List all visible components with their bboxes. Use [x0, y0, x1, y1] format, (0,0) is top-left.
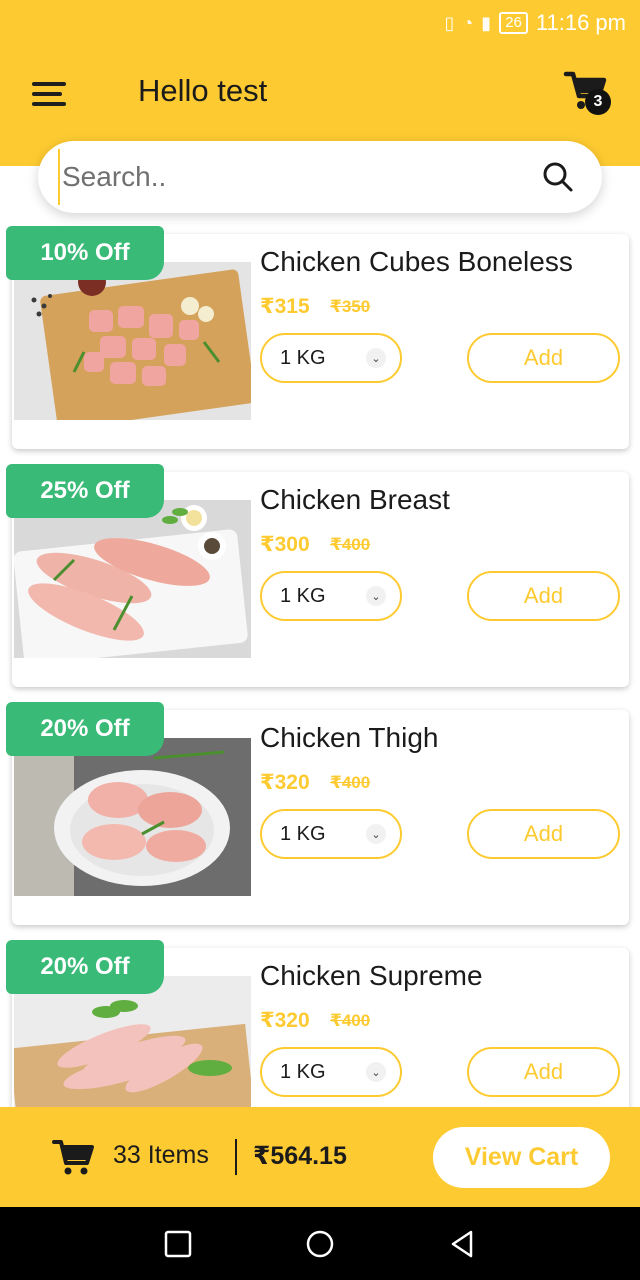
product-image[interactable] [14, 262, 251, 420]
product-name[interactable]: Chicken Breast [260, 484, 450, 516]
product-price: ₹320 [260, 1009, 310, 1032]
product-price: ₹300 [260, 533, 310, 556]
add-button[interactable]: Add [467, 333, 620, 383]
product-card[interactable]: 10% Off Chicken Cubes Boneless ₹315 ₹350… [6, 226, 629, 449]
product-name[interactable]: Chicken Thigh [260, 722, 438, 754]
discount-badge: 10% Off [6, 226, 164, 280]
quantity-selector[interactable]: 1 KG ⌄ [260, 333, 402, 383]
quantity-label: 1 KG [280, 584, 326, 607]
divider [235, 1139, 237, 1175]
product-mrp: ₹400 [330, 535, 371, 554]
product-name[interactable]: Chicken Cubes Boneless [260, 246, 573, 278]
product-price: ₹320 [260, 771, 310, 794]
product-card[interactable]: 20% Off Chicken Thigh ₹320 ₹400 1 KG ⌄ A… [6, 702, 629, 925]
chevron-down-icon: ⌄ [366, 1062, 386, 1082]
clock: 11:16 pm [535, 10, 626, 35]
triangle-back-icon[interactable] [448, 1229, 478, 1259]
search-bar[interactable] [38, 141, 602, 213]
circle-nav-icon[interactable] [305, 1229, 335, 1259]
search-input[interactable] [58, 149, 528, 205]
menu-icon[interactable] [32, 82, 66, 106]
search-icon[interactable] [542, 161, 574, 193]
cart-icon [52, 1140, 94, 1175]
quantity-selector[interactable]: 1 KG ⌄ [260, 809, 402, 859]
greeting-title: Hello test [138, 73, 268, 108]
discount-badge: 25% Off [6, 464, 164, 518]
quantity-selector[interactable]: 1 KG ⌄ [260, 1047, 402, 1097]
quantity-label: 1 KG [280, 346, 326, 369]
cart-summary-bar: 33 Items ₹564.15 View Cart [0, 1107, 640, 1207]
product-name[interactable]: Chicken Supreme [260, 960, 483, 992]
quantity-label: 1 KG [280, 822, 326, 845]
cart-total: ₹564.15 [253, 1142, 347, 1170]
square-nav-icon[interactable] [163, 1229, 193, 1259]
cart-items-count: 33 Items [113, 1141, 209, 1169]
signal-icon: ▮ [481, 12, 492, 33]
quantity-label: 1 KG [280, 1060, 326, 1083]
cart-button[interactable]: 3 [563, 68, 615, 116]
add-button[interactable]: Add [467, 1047, 620, 1097]
battery-indicator: 26 [499, 12, 528, 34]
view-cart-button[interactable]: View Cart [433, 1127, 610, 1188]
discount-badge: 20% Off [6, 702, 164, 756]
discount-badge: 20% Off [6, 940, 164, 994]
product-image[interactable] [14, 500, 251, 658]
product-mrp: ₹400 [330, 1011, 371, 1030]
status-bar: ▯ ◔ ▮ 26 11:16 pm [445, 8, 626, 38]
chevron-down-icon: ⌄ [366, 586, 386, 606]
add-button[interactable]: Add [467, 809, 620, 859]
cart-count-badge: 3 [585, 89, 611, 115]
system-nav-bar [0, 1207, 640, 1280]
product-mrp: ₹350 [330, 297, 371, 316]
chevron-down-icon: ⌄ [366, 824, 386, 844]
chevron-down-icon: ⌄ [366, 348, 386, 368]
product-mrp: ₹400 [330, 773, 371, 792]
wifi-icon: ◔ [462, 12, 474, 33]
vibrate-icon: ▯ [444, 12, 455, 33]
product-card[interactable]: 25% Off Chicken Breast ₹300 ₹400 1 KG ⌄ … [6, 464, 629, 687]
product-image[interactable] [14, 738, 251, 896]
add-button[interactable]: Add [467, 571, 620, 621]
product-price: ₹315 [260, 295, 310, 318]
quantity-selector[interactable]: 1 KG ⌄ [260, 571, 402, 621]
